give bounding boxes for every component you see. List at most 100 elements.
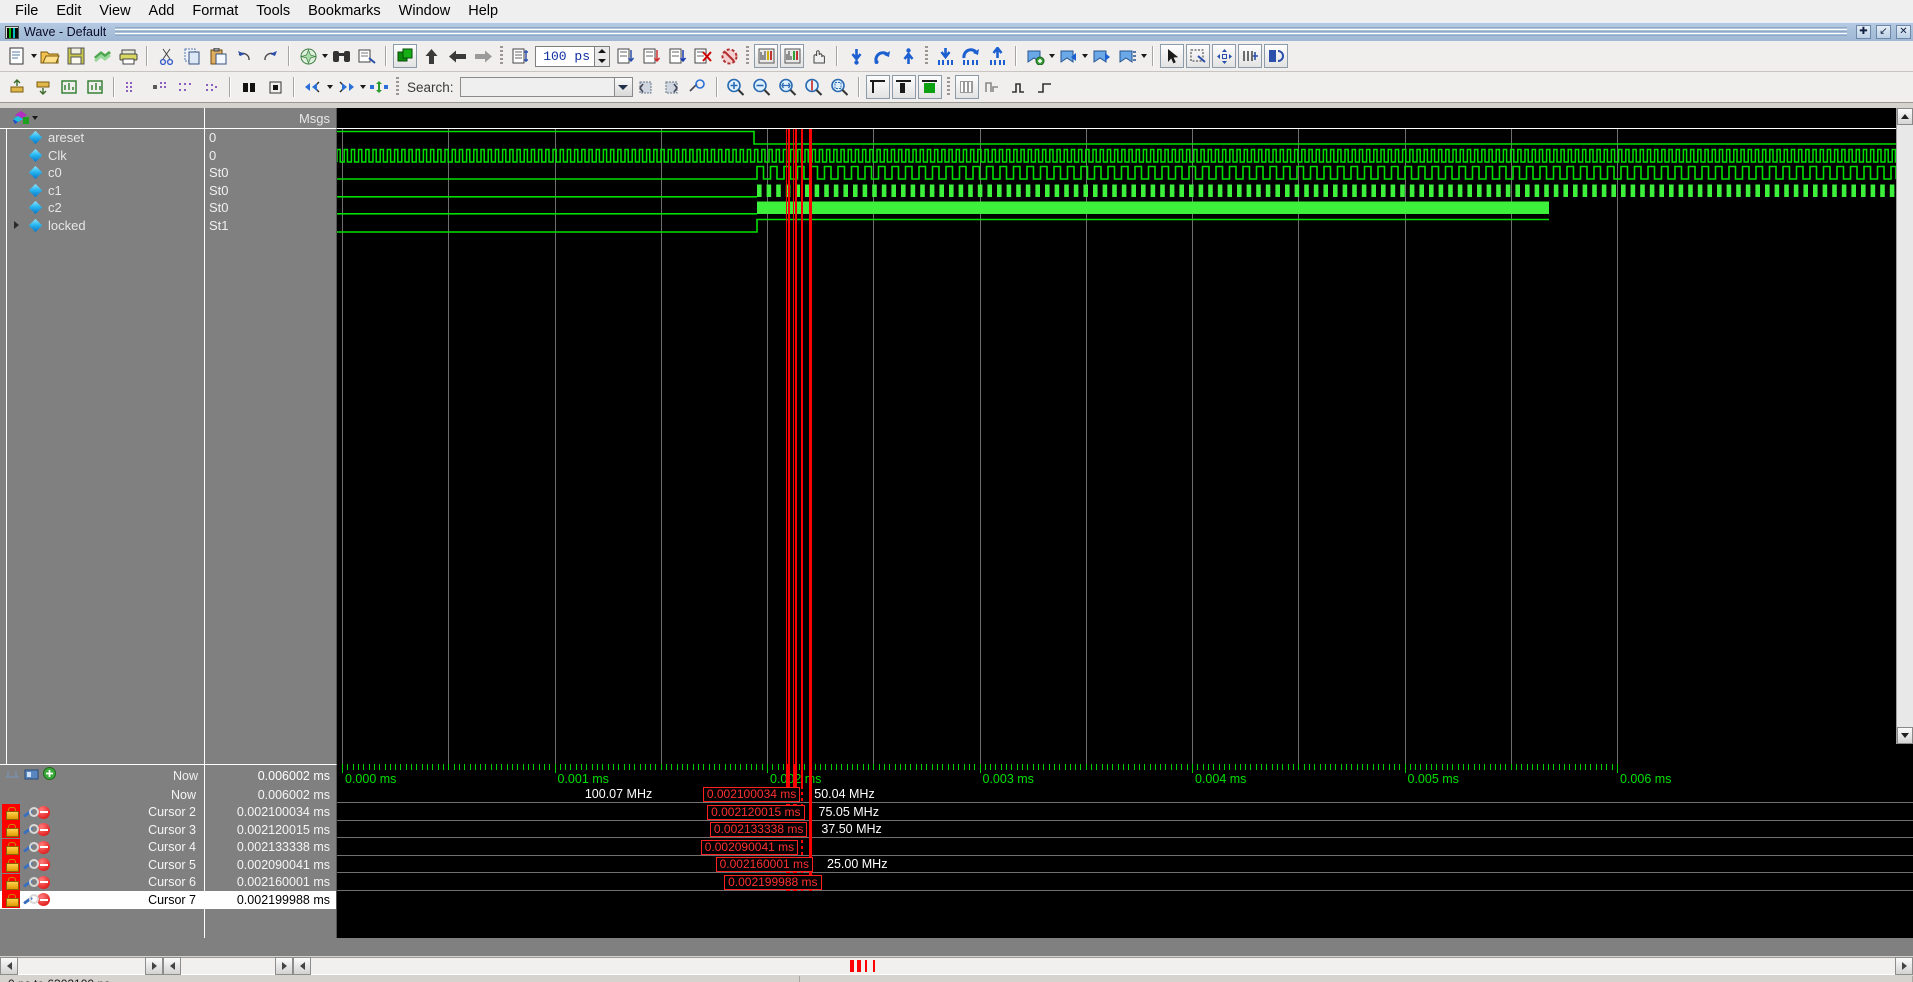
- run-length-icon[interactable]: [508, 44, 532, 68]
- expand-loop-icon[interactable]: [870, 44, 894, 68]
- waveform-style-6-icon[interactable]: [1007, 75, 1031, 99]
- find-transition-icon[interactable]: [367, 75, 391, 99]
- search-box[interactable]: [459, 77, 633, 97]
- run-length-input[interactable]: [535, 45, 595, 67]
- wrench-icon[interactable]: [22, 876, 39, 889]
- menu-item-window[interactable]: Window: [390, 1, 460, 21]
- names-scroll-trough[interactable]: [18, 957, 145, 975]
- names-hscrollbar[interactable]: [0, 957, 163, 975]
- lock-icon[interactable]: [2, 821, 20, 839]
- cursor-line-4[interactable]: [795, 129, 798, 764]
- waveform-style-2-icon[interactable]: [891, 75, 916, 99]
- signal-names-pane[interactable]: areset Clk c0 c1 c2 locked: [0, 128, 205, 764]
- menu-item-edit[interactable]: Edit: [47, 1, 90, 21]
- step-forward-icon[interactable]: [471, 44, 495, 68]
- titlebar-drag-rule[interactable]: [115, 27, 1847, 37]
- ruler-cursor-mark-5[interactable]: [786, 764, 789, 786]
- align-bottom-icon[interactable]: [31, 75, 55, 99]
- redo-icon[interactable]: [258, 44, 282, 68]
- cursor-time-box-6[interactable]: 0.002160001 ms: [715, 857, 813, 872]
- bookmark-list-caret[interactable]: [1140, 44, 1147, 68]
- cursor-row-7[interactable]: Cursor 7: [0, 891, 204, 909]
- zoom-mode-icon[interactable]: [1186, 44, 1210, 68]
- lock-icon[interactable]: [2, 803, 20, 821]
- cursor-time-box-7[interactable]: 0.002199988 ms: [724, 874, 822, 890]
- wave-compare-alt-icon[interactable]: [780, 44, 804, 68]
- time-axis[interactable]: 0.000 ms0.001 ms0.002 ms0.003 ms0.004 ms…: [337, 764, 1913, 786]
- insert-marker-icon[interactable]: [639, 44, 663, 68]
- add-cursor-icon[interactable]: [43, 766, 56, 785]
- cursor-line-2[interactable]: [788, 129, 791, 764]
- values-scroll-right[interactable]: [275, 957, 293, 975]
- cursor-row-6[interactable]: Cursor 6: [0, 873, 204, 892]
- bookmark-dropdown-caret[interactable]: [1048, 44, 1055, 68]
- menu-item-view[interactable]: View: [90, 1, 139, 21]
- signal-row-Clk[interactable]: Clk: [13, 147, 204, 165]
- menu-item-help[interactable]: Help: [459, 1, 507, 21]
- edit-mode-icon[interactable]: [1238, 44, 1262, 68]
- wave-scroll-right[interactable]: [1895, 957, 1913, 975]
- expand-arrow-icon[interactable]: [12, 221, 21, 230]
- copy-icon[interactable]: [180, 44, 204, 68]
- split-icon[interactable]: [199, 75, 223, 99]
- names-scroll-right[interactable]: [145, 957, 163, 975]
- close-button[interactable]: ✕: [1896, 25, 1911, 39]
- run-length-field[interactable]: [535, 45, 610, 67]
- cursor-row-3[interactable]: Cursor 3: [0, 821, 204, 839]
- signal-row-areset[interactable]: areset: [13, 129, 204, 147]
- lock-icon[interactable]: [2, 856, 20, 874]
- pan-hand-icon[interactable]: [806, 44, 830, 68]
- waveform-pane[interactable]: [337, 128, 1913, 764]
- restore-button[interactable]: ↙: [1876, 25, 1891, 39]
- wave-scroll-trough[interactable]: [311, 957, 1895, 975]
- wave-hscrollbar[interactable]: [293, 957, 1913, 975]
- menu-item-file[interactable]: File: [6, 1, 47, 21]
- stop-icon[interactable]: [717, 44, 741, 68]
- cut-icon[interactable]: [154, 44, 178, 68]
- search-prev-icon[interactable]: [634, 75, 658, 99]
- signal-row-c2[interactable]: c2: [13, 199, 204, 217]
- new-file-icon[interactable]: [5, 44, 29, 68]
- cursor-line-3[interactable]: [792, 129, 794, 764]
- ruler-cursor-mark-7[interactable]: [809, 764, 813, 786]
- values-scroll-trough[interactable]: [181, 957, 275, 975]
- compile-dropdown-caret[interactable]: [321, 44, 328, 68]
- signal-row-locked[interactable]: locked: [13, 217, 204, 235]
- ungroup-icon[interactable]: [173, 75, 197, 99]
- names-scroll-left[interactable]: [0, 957, 18, 975]
- next-transition-icon[interactable]: [334, 75, 358, 99]
- fit-now-icon[interactable]: [5, 767, 20, 785]
- objects-dropdown-caret[interactable]: [31, 106, 38, 130]
- values-scroll-left[interactable]: [163, 957, 181, 975]
- ruler-cursor-mark-3[interactable]: [792, 764, 795, 786]
- step-back-icon[interactable]: [445, 44, 469, 68]
- wrench-icon[interactable]: [22, 893, 39, 906]
- cursor-time-box-5[interactable]: 0.002090041 ms: [700, 839, 799, 855]
- load-format-icon[interactable]: [83, 75, 107, 99]
- bookmark-next-icon[interactable]: [1089, 44, 1113, 68]
- cursor-labels-column[interactable]: Now Cursor 2 Cursor 3 Cursor 4 Cursor 5 Curso…: [0, 786, 205, 938]
- group-left-icon[interactable]: [121, 75, 145, 99]
- bookmark-list-icon[interactable]: [1115, 44, 1139, 68]
- ruler-cursor-mark-4[interactable]: [795, 764, 798, 786]
- wave-vertical-scrollbar[interactable]: [1896, 108, 1913, 744]
- next-transition-caret[interactable]: [359, 75, 366, 99]
- wave-scroll-left[interactable]: [293, 957, 311, 975]
- waveform-style-5-icon[interactable]: [981, 75, 1005, 99]
- lock-icon[interactable]: [2, 891, 20, 909]
- search-next-icon[interactable]: [660, 75, 684, 99]
- menu-item-bookmarks[interactable]: Bookmarks: [299, 1, 390, 21]
- select-mode-icon[interactable]: [1160, 44, 1184, 68]
- group-right-icon[interactable]: [147, 75, 171, 99]
- step-up-icon[interactable]: [419, 44, 443, 68]
- merge-icon[interactable]: [237, 75, 261, 99]
- align-top-icon[interactable]: [5, 75, 29, 99]
- search-input[interactable]: [459, 77, 615, 97]
- pan-mode-icon[interactable]: [1212, 44, 1236, 68]
- wrench-icon[interactable]: [22, 823, 39, 836]
- undock-button[interactable]: ✚: [1856, 25, 1871, 39]
- collapse-all-up-icon[interactable]: [985, 44, 1009, 68]
- wrench-icon[interactable]: [22, 858, 39, 871]
- insert-cursor-icon[interactable]: [613, 44, 637, 68]
- bookmark-add-icon[interactable]: [1023, 44, 1047, 68]
